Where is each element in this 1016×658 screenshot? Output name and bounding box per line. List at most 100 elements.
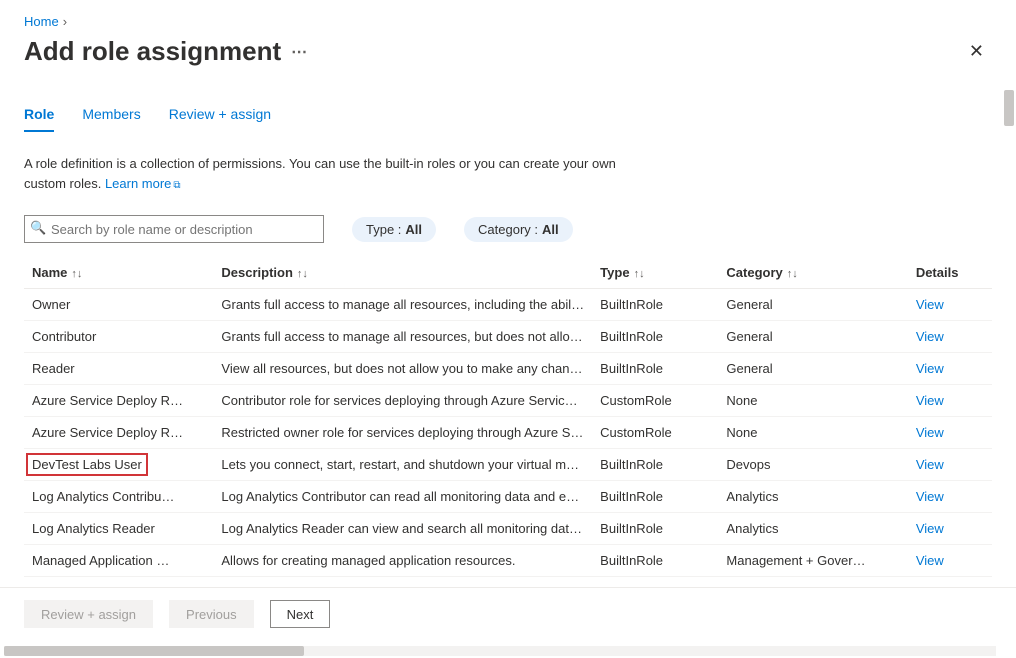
search-input[interactable] [24,215,324,243]
cell-category: General [718,321,907,353]
cell-name[interactable]: Log Analytics Contribu… [24,481,213,513]
cell-name[interactable]: Managed Application … [24,545,213,577]
view-link: View [916,457,944,472]
external-link-icon: ⧉ [173,180,180,191]
cell-type: BuiltInRole [592,481,718,513]
page-title: Add role assignment ⋯ [24,36,309,67]
table-header-row: Name↑↓ Description↑↓ Type↑↓ Category↑↓ D… [24,257,992,289]
previous-button: Previous [169,600,254,628]
table-row[interactable]: Managed Application …Allows for creating… [24,545,992,577]
cell-name[interactable]: Reader [24,353,213,385]
col-type[interactable]: Type↑↓ [592,257,718,289]
cell-category: Devops [718,449,907,481]
col-category[interactable]: Category↑↓ [718,257,907,289]
view-link: View [916,521,944,536]
cell-description: Restricted owner role for services deplo… [213,417,592,449]
table-row[interactable]: ReaderView all resources, but does not a… [24,353,992,385]
cell-name[interactable]: Azure Service Deploy R… [24,385,213,417]
cell-category: Management + Gover… [718,545,907,577]
breadcrumb-home[interactable]: Home [24,14,59,29]
cell-description: Log Analytics Reader can view and search… [213,513,592,545]
col-name[interactable]: Name↑↓ [24,257,213,289]
tabs: Role Members Review + assign [24,100,992,132]
cell-type: BuiltInRole [592,353,718,385]
filters-row: 🔍 Type : All Category : All [24,215,992,243]
cell-type: CustomRole [592,385,718,417]
table-row[interactable]: Azure Service Deploy R…Contributor role … [24,385,992,417]
cell-description: Contributor role for services deploying … [213,385,592,417]
cell-details[interactable]: View [908,417,992,449]
tab-role[interactable]: Role [24,100,54,132]
cell-name[interactable]: Azure Service Deploy R… [24,417,213,449]
view-link: View [916,297,944,312]
col-description[interactable]: Description↑↓ [213,257,592,289]
search-box: 🔍 [24,215,324,243]
sort-icon: ↑↓ [787,269,798,280]
scrollbar-vertical[interactable] [1004,90,1014,126]
cell-details[interactable]: View [908,289,992,321]
cell-details[interactable]: View [908,513,992,545]
table-row[interactable]: Log Analytics Contribu…Log Analytics Con… [24,481,992,513]
table-row[interactable]: OwnerGrants full access to manage all re… [24,289,992,321]
cell-description: Log Analytics Contributor can read all m… [213,481,592,513]
cell-description: Grants full access to manage all resourc… [213,289,592,321]
filter-category-label: Category : [478,222,538,237]
cell-category: None [718,385,907,417]
chevron-right-icon: › [63,14,67,29]
sort-icon: ↑↓ [634,269,645,280]
cell-type: CustomRole [592,417,718,449]
cell-details[interactable]: View [908,545,992,577]
filter-type-label: Type : [366,222,401,237]
cell-details[interactable]: View [908,321,992,353]
col-details: Details [908,257,992,289]
view-link: View [916,393,944,408]
cell-details[interactable]: View [908,353,992,385]
cell-details[interactable]: View [908,449,992,481]
cell-type: BuiltInRole [592,321,718,353]
view-link: View [916,489,944,504]
cell-name[interactable]: Contributor [24,321,213,353]
table-row[interactable]: DevTest Labs UserLets you connect, start… [24,449,992,481]
filter-type-value: All [405,222,422,237]
cell-description: View all resources, but does not allow y… [213,353,592,385]
filter-category-value: All [542,222,559,237]
breadcrumb: Home › [24,12,992,35]
cell-type: BuiltInRole [592,289,718,321]
view-link: View [916,553,944,568]
cell-type: BuiltInRole [592,513,718,545]
table-row[interactable]: ContributorGrants full access to manage … [24,321,992,353]
cell-name[interactable]: Owner [24,289,213,321]
footer-actions: Review + assign Previous Next [0,587,1016,640]
table-row[interactable]: Azure Service Deploy R…Restricted owner … [24,417,992,449]
cell-category: Analytics [718,481,907,513]
page-root: Home › Add role assignment ⋯ ✕ Role Memb… [0,0,1016,658]
cell-category: Analytics [718,513,907,545]
cell-description: Lets you connect, start, restart, and sh… [213,449,592,481]
filter-category[interactable]: Category : All [464,217,573,242]
cell-name[interactable]: Log Analytics Reader [24,513,213,545]
search-icon: 🔍 [30,220,46,236]
cell-description: Allows for creating managed application … [213,545,592,577]
more-icon[interactable]: ⋯ [291,42,309,62]
cell-category: General [718,353,907,385]
next-button[interactable]: Next [270,600,331,628]
scrollbar-horizontal[interactable] [4,646,996,656]
view-link: View [916,329,944,344]
roles-table: Name↑↓ Description↑↓ Type↑↓ Category↑↓ D… [24,257,992,577]
table-row[interactable]: Log Analytics ReaderLog Analytics Reader… [24,513,992,545]
learn-more-link[interactable]: Learn more⧉ [105,176,181,191]
description-text: A role definition is a collection of per… [24,154,644,193]
tab-members[interactable]: Members [82,100,140,132]
filter-type[interactable]: Type : All [352,217,436,242]
cell-category: General [718,289,907,321]
cell-name[interactable]: DevTest Labs User [24,449,213,481]
cell-details[interactable]: View [908,385,992,417]
sort-icon: ↑↓ [297,269,308,280]
page-title-text: Add role assignment [24,36,281,67]
review-assign-button: Review + assign [24,600,153,628]
view-link: View [916,425,944,440]
tab-review[interactable]: Review + assign [169,100,271,132]
cell-details[interactable]: View [908,481,992,513]
cell-type: BuiltInRole [592,545,718,577]
close-icon[interactable]: ✕ [961,35,992,68]
